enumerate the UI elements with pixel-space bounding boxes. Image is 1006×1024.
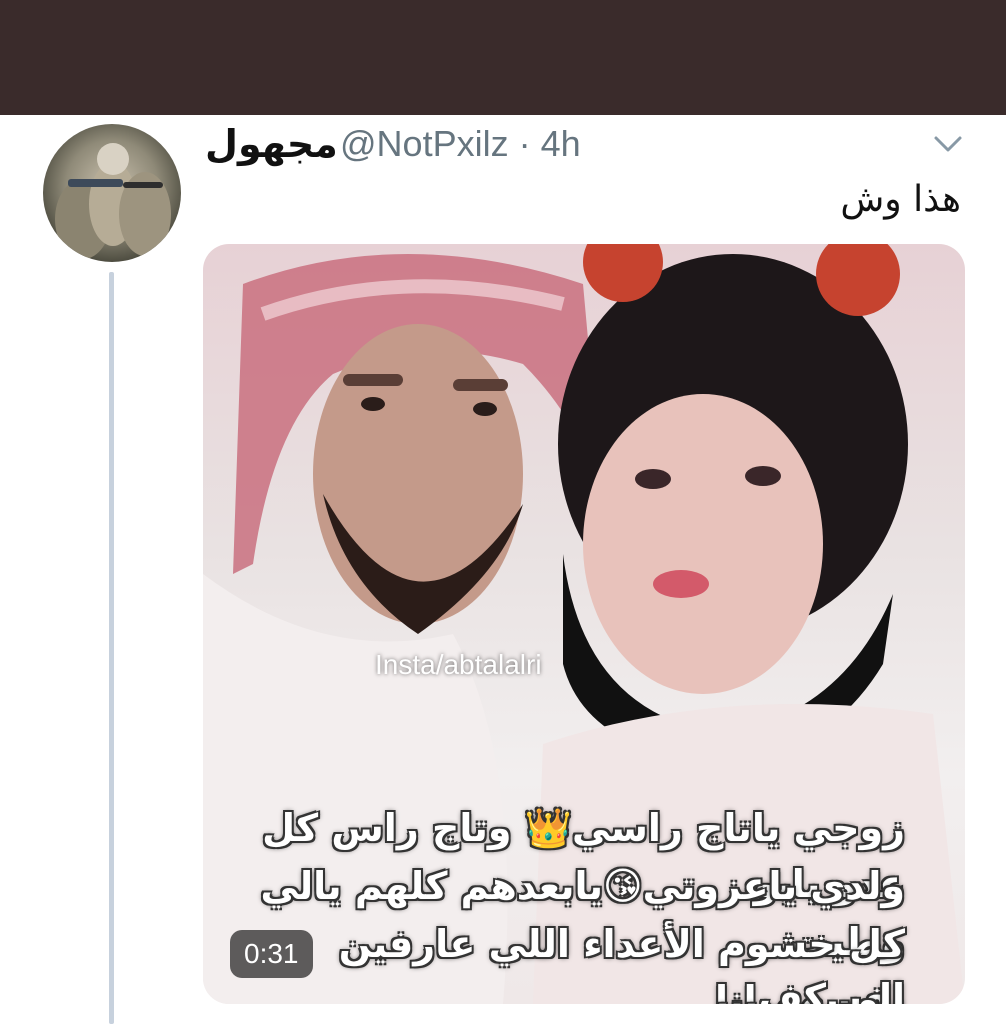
handle-and-time[interactable]: @NotPxilz · 4h [340,122,581,166]
top-bar [0,0,1006,115]
video-duration-badge: 0:31 [230,930,313,978]
video-thumbnail[interactable]: Insta/abtalalri زوجي ياتاج راسي👑 وتاج را… [203,244,965,1004]
watermark: Insta/abtalalri [375,649,542,680]
avatar-image [55,143,171,259]
avatar[interactable] [43,124,181,262]
chevron-down-icon[interactable] [930,130,966,158]
tweet-header: مجهول @NotPxilz · 4h [200,122,930,166]
tweet-text: هذا وش [840,179,961,220]
display-name[interactable]: مجهول [205,122,338,166]
caption-line: الي كف... [715,976,905,1004]
thread-line [109,272,114,1024]
